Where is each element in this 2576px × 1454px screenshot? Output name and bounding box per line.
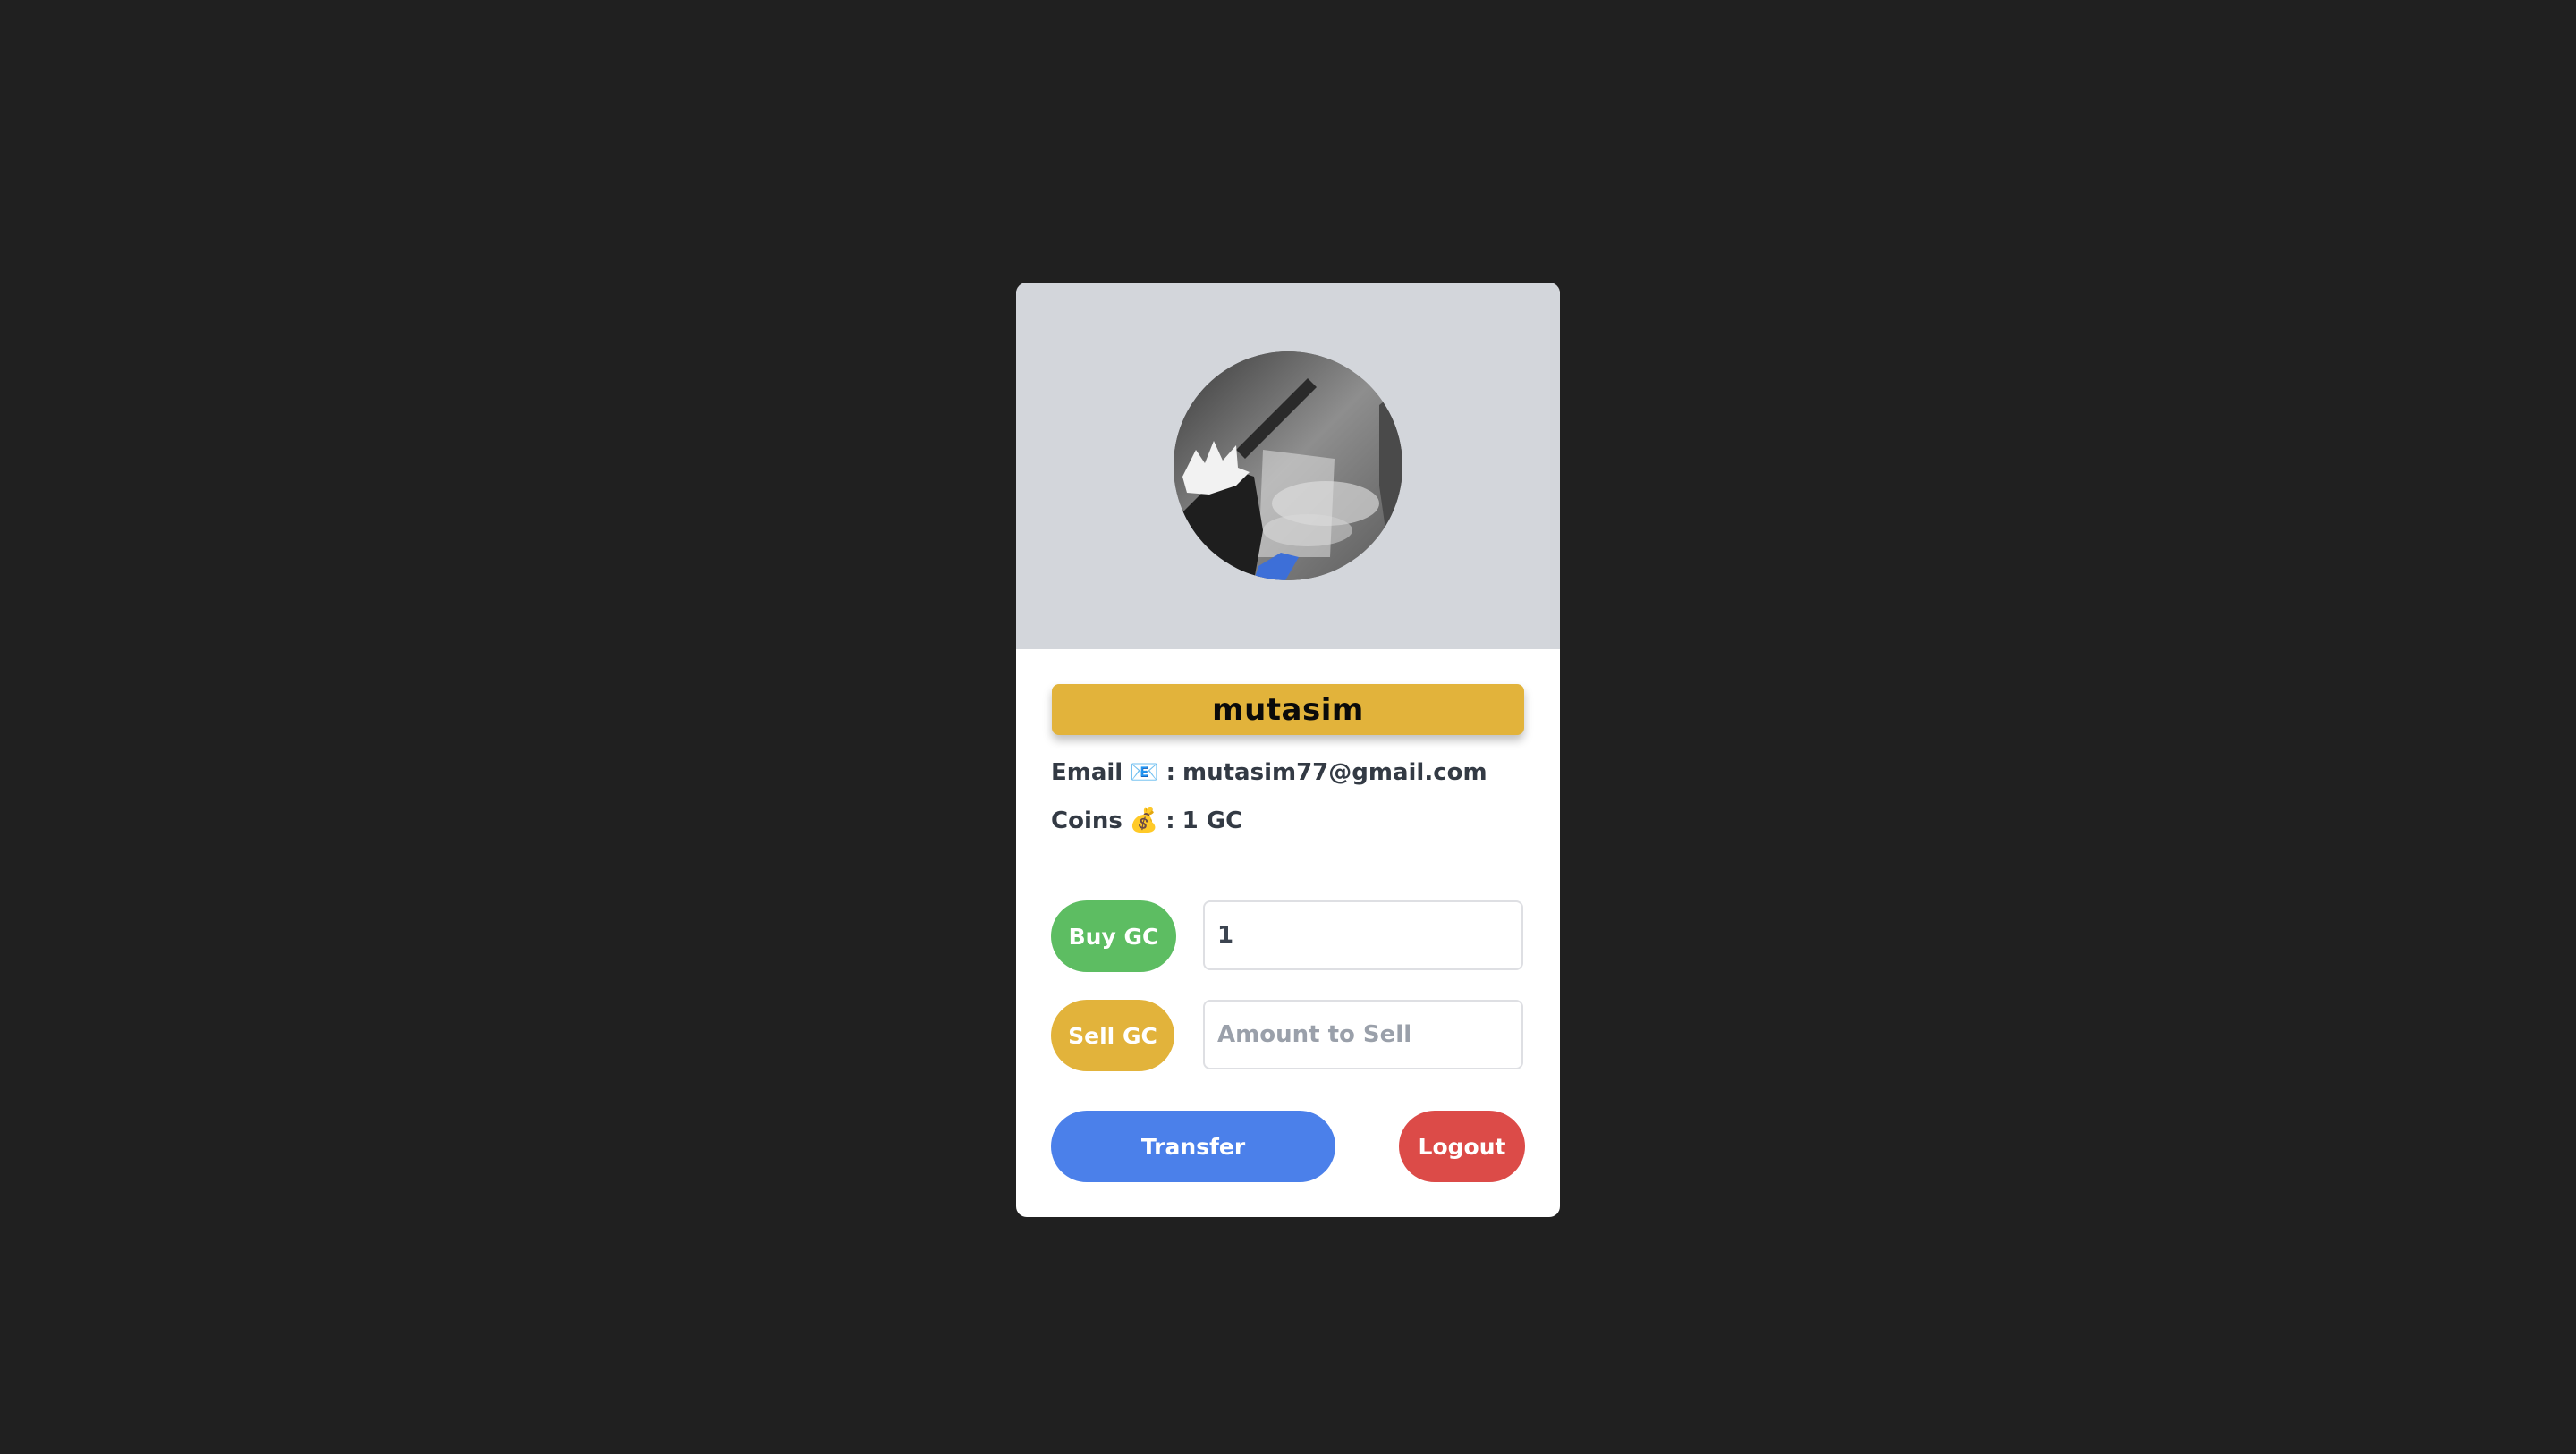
username-bar: mutasim bbox=[1052, 684, 1524, 735]
email-label: Email bbox=[1051, 759, 1123, 786]
sell-gc-button[interactable]: Sell GC bbox=[1051, 1000, 1174, 1071]
coins-row: Coins 💰 : 1 GC bbox=[1051, 803, 1242, 839]
sell-amount-input[interactable] bbox=[1203, 1000, 1523, 1069]
coins-value: 1 GC bbox=[1182, 807, 1243, 834]
card-header bbox=[1016, 283, 1560, 649]
buy-amount-input[interactable] bbox=[1203, 900, 1523, 970]
coins-label: Coins bbox=[1051, 807, 1123, 834]
envelope-icon: 📧 bbox=[1130, 759, 1159, 786]
transfer-button[interactable]: Transfer bbox=[1051, 1111, 1335, 1182]
email-separator: : bbox=[1165, 759, 1176, 786]
logout-button[interactable]: Logout bbox=[1399, 1111, 1525, 1182]
coins-separator: : bbox=[1165, 807, 1175, 834]
username: mutasim bbox=[1212, 691, 1364, 728]
profile-card: mutasim bbox=[1016, 283, 1560, 1217]
avatar-image bbox=[1174, 351, 1402, 580]
buy-gc-button[interactable]: Buy GC bbox=[1051, 900, 1176, 972]
email-row: Email 📧 : mutasim77@gmail.com bbox=[1051, 755, 1487, 790]
avatar bbox=[1174, 351, 1402, 580]
email-value: mutasim77@gmail.com bbox=[1182, 759, 1487, 786]
money-bag-icon: 💰 bbox=[1129, 807, 1159, 834]
